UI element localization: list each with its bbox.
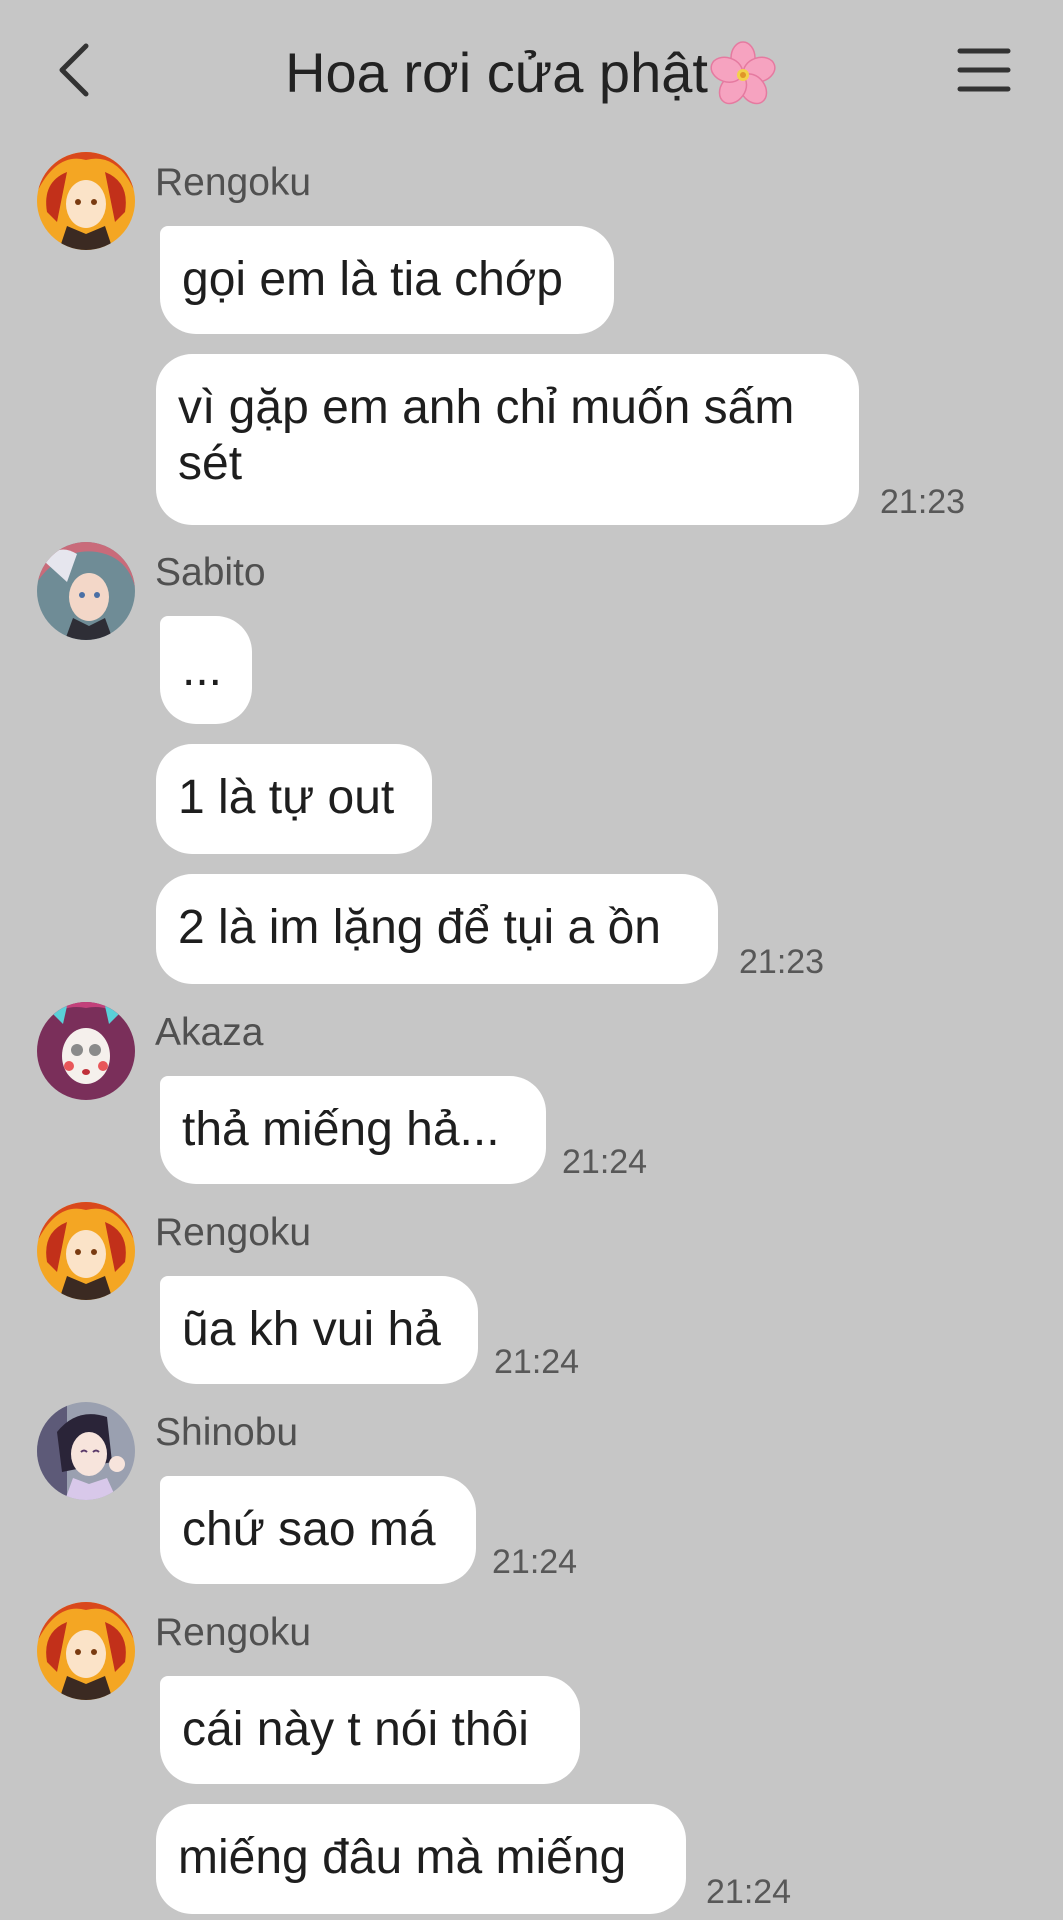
message-text: thả miếng hả... (182, 1103, 500, 1156)
message-time: 21:23 (880, 483, 966, 521)
sender-name: Rengoku (155, 1611, 312, 1654)
message-time: 21:23 (739, 943, 825, 981)
message-bubble[interactable]: ... (160, 616, 252, 724)
avatar-rengoku[interactable] (37, 1602, 135, 1700)
avatar-sabito[interactable] (37, 542, 135, 640)
menu-icon (957, 48, 1011, 92)
message-bubble[interactable]: thả miếng hả... (160, 1076, 546, 1184)
chat-header: Hoa rơi cửa phật (0, 0, 1063, 140)
message-text: ... (182, 643, 223, 696)
message-bubble[interactable]: ũa kh vui hả (160, 1276, 478, 1384)
avatar-akaza[interactable] (37, 1002, 135, 1100)
message-text: 1 là tự out (178, 771, 395, 824)
sender-name: Akaza (155, 1011, 264, 1054)
message-text: ũa kh vui hả (182, 1303, 441, 1356)
sender-name: Sabito (155, 551, 266, 594)
message-time: 21:24 (494, 1343, 580, 1381)
message-text: 2 là im lặng để tụi a ồn (178, 901, 661, 954)
menu-button[interactable] (957, 46, 1011, 94)
message-time: 21:24 (706, 1873, 792, 1911)
avatar-shinobu[interactable] (37, 1402, 135, 1500)
message-bubble[interactable]: 1 là tự out (156, 744, 432, 854)
sender-name: Rengoku (155, 1211, 312, 1254)
avatar-rengoku[interactable] (37, 152, 135, 250)
message-text: gọi em là tia chớp (182, 253, 563, 306)
message-bubble[interactable]: vì gặp em anh chỉ muốn sấm sét (156, 354, 859, 525)
message-bubble[interactable]: cái này t nói thôi (160, 1676, 580, 1784)
sender-name: Rengoku (155, 161, 312, 204)
message-text: cái này t nói thôi (182, 1703, 529, 1756)
message-time: 21:24 (492, 1543, 578, 1581)
chat-title: Hoa rơi cửa phật (0, 40, 1063, 106)
chat-title-text: Hoa rơi cửa phật (285, 41, 708, 104)
message-text: vì gặp em anh chỉ muốn sấm sét (178, 381, 808, 490)
sender-name: Shinobu (155, 1411, 299, 1454)
message-bubble[interactable]: 2 là im lặng để tụi a ồn (156, 874, 718, 984)
message-text: chứ sao má (182, 1503, 436, 1556)
message-bubble[interactable]: chứ sao má (160, 1476, 476, 1584)
message-time: 21:24 (562, 1143, 648, 1181)
message-bubble[interactable]: gọi em là tia chớp (160, 226, 614, 334)
cherry-blossom-icon (708, 40, 778, 106)
message-text: miếng đâu mà miếng (178, 1831, 627, 1884)
avatar-rengoku[interactable] (37, 1202, 135, 1300)
message-bubble[interactable]: miếng đâu mà miếng (156, 1804, 686, 1914)
